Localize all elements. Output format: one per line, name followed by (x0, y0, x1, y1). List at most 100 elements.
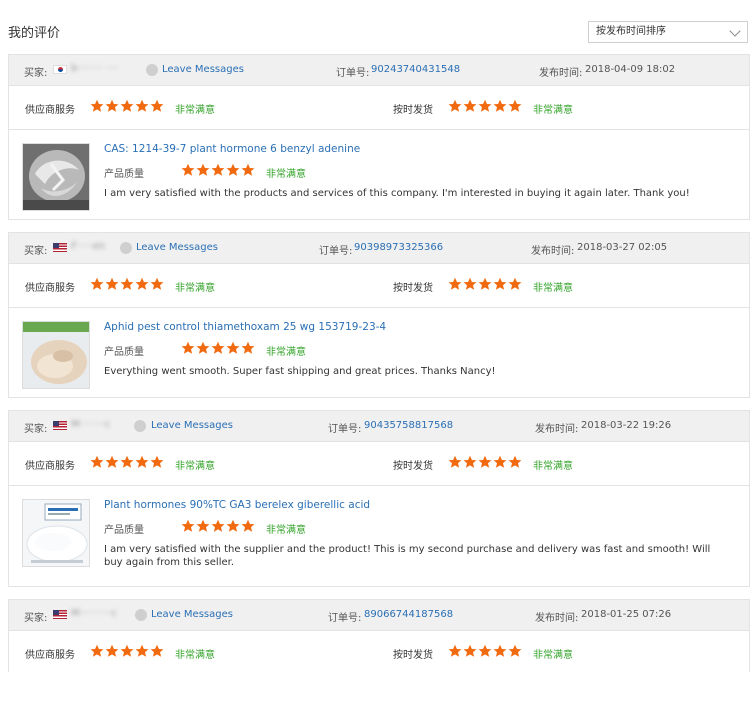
star-icon (105, 99, 119, 113)
star-icon (448, 99, 462, 113)
sort-select[interactable]: 按发布时间排序 (588, 21, 748, 43)
product-link[interactable]: Aphid pest control thiamethoxam 25 wg 15… (104, 321, 386, 333)
page-bottom-cutoff (0, 672, 750, 702)
product-quality-label: 产品质量 (104, 347, 144, 358)
buyer-label: 买家: (24, 424, 48, 435)
star-icon (120, 455, 134, 469)
supplier-satisfaction: 非常满意 (175, 650, 215, 661)
buyer-label: 买家: (24, 68, 48, 79)
review-comment: Everything went smooth. Super fast shipp… (104, 366, 496, 377)
star-icon (478, 644, 492, 658)
review-card: 买家: F·····en Leave Messages 订单号: 9039897… (8, 232, 750, 398)
star-icon (196, 519, 210, 533)
on-time-satisfaction: 非常满意 (533, 461, 573, 472)
order-no-label: 订单号: (336, 68, 370, 79)
product-link[interactable]: Plant hormones 90%TC GA3 berelex giberel… (104, 499, 370, 511)
rating-row: 供应商服务 非常满意 按时发货 非常满意 (9, 86, 749, 130)
order-no-link[interactable]: 90243740431548 (371, 64, 460, 75)
star-icon (120, 644, 134, 658)
leave-messages-link[interactable]: Leave Messages (162, 64, 244, 75)
flag-icon (53, 65, 67, 74)
on-time-satisfaction: 非常满意 (533, 283, 573, 294)
star-icon (150, 277, 164, 291)
star-icon (196, 163, 210, 177)
supplier-stars (90, 455, 164, 469)
product-image (23, 322, 89, 388)
product-image (23, 500, 89, 566)
buyer-label: 买家: (24, 246, 48, 257)
review-comment: I am very satisfied with the products an… (104, 188, 690, 199)
review-card: 买家: b········ ···· Leave Messages 订单号: 9… (8, 54, 750, 220)
on-time-label: 按时发货 (393, 283, 433, 294)
review-card: 买家: M········c Leave Messages 订单号: 90435… (8, 410, 750, 587)
product-thumbnail[interactable] (22, 321, 90, 389)
product-quality-satisfaction: 非常满意 (266, 525, 306, 536)
star-icon (241, 163, 255, 177)
product-quality-satisfaction: 非常满意 (266, 169, 306, 180)
star-icon (211, 163, 225, 177)
review-header: 买家: b········ ···· Leave Messages 订单号: 9… (9, 55, 749, 86)
star-icon (181, 163, 195, 177)
supplier-stars (90, 99, 164, 113)
buyer-name: b········ ···· (71, 63, 119, 74)
avatar (134, 420, 146, 432)
on-time-satisfaction: 非常满意 (533, 105, 573, 116)
on-time-label: 按时发货 (393, 461, 433, 472)
supplier-satisfaction: 非常满意 (175, 105, 215, 116)
star-icon (135, 644, 149, 658)
star-icon (150, 455, 164, 469)
product-thumbnail[interactable] (22, 143, 90, 211)
leave-messages-link[interactable]: Leave Messages (151, 609, 233, 620)
star-icon (150, 644, 164, 658)
order-no-link[interactable]: 89066744187568 (364, 609, 453, 620)
on-time-stars (448, 455, 522, 469)
order-no-label: 订单号: (328, 613, 362, 624)
star-icon (508, 277, 522, 291)
star-icon (493, 277, 507, 291)
leave-messages-link[interactable]: Leave Messages (136, 242, 218, 253)
product-thumbnail[interactable] (22, 499, 90, 567)
star-icon (463, 277, 477, 291)
product-link[interactable]: CAS: 1214-39-7 plant hormone 6 benzyl ad… (104, 143, 360, 155)
flag-icon (53, 421, 67, 430)
order-no-link[interactable]: 90435758817568 (364, 420, 453, 431)
star-icon (90, 644, 104, 658)
star-icon (508, 644, 522, 658)
star-icon (105, 455, 119, 469)
page-title: 我的评价 (8, 26, 61, 41)
star-icon (120, 99, 134, 113)
product-quality-stars (181, 341, 255, 355)
sort-select-value: 按发布时间排序 (596, 26, 666, 37)
review-header: 买家: M··········c Leave Messages 订单号: 890… (9, 600, 749, 631)
order-no-link[interactable]: 90398973325366 (354, 242, 443, 253)
on-time-stars (448, 644, 522, 658)
star-icon (493, 644, 507, 658)
star-icon (463, 455, 477, 469)
posted-time: 2018-03-22 19:26 (581, 420, 672, 431)
avatar (146, 64, 158, 76)
flag-icon (53, 243, 67, 252)
buyer-label: 买家: (24, 613, 48, 624)
star-icon (90, 455, 104, 469)
avatar (135, 609, 147, 621)
star-icon (493, 455, 507, 469)
avatar (120, 242, 132, 254)
supplier-stars (90, 644, 164, 658)
supplier-satisfaction: 非常满意 (175, 283, 215, 294)
product-image (23, 144, 89, 210)
star-icon (463, 99, 477, 113)
posted-label: 发布时间: (535, 424, 579, 435)
order-no-label: 订单号: (328, 424, 362, 435)
product-quality-label: 产品质量 (104, 169, 144, 180)
star-icon (478, 99, 492, 113)
leave-messages-link[interactable]: Leave Messages (151, 420, 233, 431)
star-icon (90, 277, 104, 291)
supplier-stars (90, 277, 164, 291)
posted-time: 2018-03-27 02:05 (577, 242, 668, 253)
star-icon (135, 99, 149, 113)
posted-time: 2018-01-25 07:26 (581, 609, 672, 620)
review-header: 买家: M········c Leave Messages 订单号: 90435… (9, 411, 749, 442)
star-icon (211, 341, 225, 355)
star-icon (135, 455, 149, 469)
star-icon (478, 455, 492, 469)
